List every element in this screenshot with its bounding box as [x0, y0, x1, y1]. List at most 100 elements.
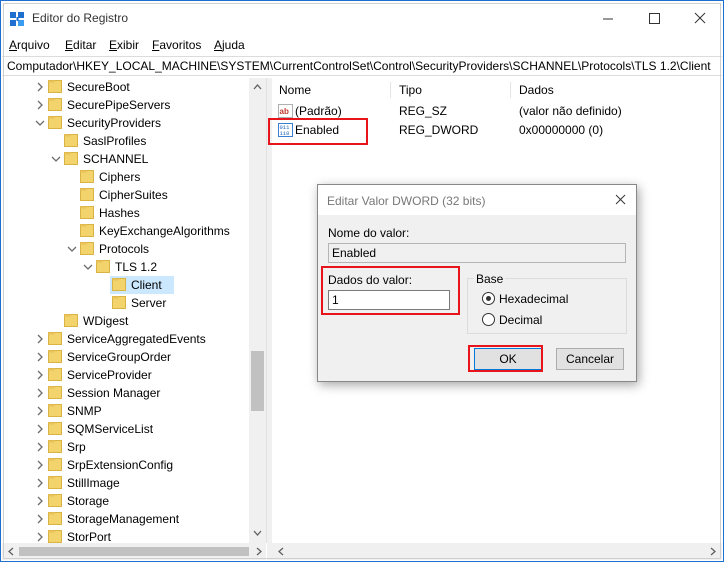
- tree-item-label: SecurePipeServers: [67, 98, 171, 112]
- chevron-down-icon[interactable]: [82, 261, 94, 273]
- key-tree[interactable]: SecureBoot SecurePipeServers SecurityProvi…: [2, 78, 267, 543]
- chevron-right-icon[interactable]: [34, 459, 46, 471]
- chevron-right-icon[interactable]: [34, 405, 46, 417]
- svg-text:ab: ab: [280, 107, 289, 116]
- tree-item[interactable]: StorPort: [2, 528, 252, 543]
- tree-item[interactable]: Client: [2, 276, 252, 294]
- tree-item[interactable]: SCHANNEL: [2, 150, 252, 168]
- folder-icon: [48, 530, 62, 543]
- tree-item[interactable]: Hashes: [2, 204, 252, 222]
- decimal-label[interactable]: Decimal: [499, 313, 542, 327]
- folder-icon: [80, 188, 94, 201]
- tree-item[interactable]: ServiceProvider: [2, 366, 252, 384]
- hexadecimal-radio[interactable]: [482, 292, 495, 305]
- tree-item[interactable]: Ciphers: [2, 168, 252, 186]
- scroll-right-icon[interactable]: [706, 543, 720, 560]
- decimal-radio[interactable]: [482, 313, 495, 326]
- scroll-down-icon[interactable]: [249, 526, 266, 540]
- tree-hscroll-thumb[interactable]: [19, 547, 249, 556]
- minimize-icon: [603, 18, 613, 20]
- menu-favoritos[interactable]: Favoritos: [152, 38, 201, 52]
- maximize-button[interactable]: [631, 1, 677, 35]
- column-separator[interactable]: [510, 82, 511, 98]
- list-horizontal-scrollbar[interactable]: [272, 543, 722, 560]
- registry-editor-icon: [10, 12, 24, 26]
- folder-icon: [48, 80, 62, 93]
- menu-arquivo[interactable]: Arquivo: [9, 38, 50, 52]
- title-bar: Editor do Registro: [1, 1, 723, 35]
- tree-item[interactable]: Srp: [2, 438, 252, 456]
- chevron-right-icon[interactable]: [34, 513, 46, 525]
- tree-item[interactable]: Server: [2, 294, 252, 312]
- tree-item-label: StorPort: [67, 530, 112, 543]
- tree-item[interactable]: WDigest: [2, 312, 252, 330]
- tree-item[interactable]: SrpExtensionConfig: [2, 456, 252, 474]
- scroll-left-icon[interactable]: [4, 543, 18, 560]
- scroll-right-icon[interactable]: [252, 543, 266, 560]
- column-header-type[interactable]: Tipo: [399, 83, 422, 97]
- value-type: REG_SZ: [399, 104, 448, 118]
- tree-item[interactable]: ServiceAggregatedEvents: [2, 330, 252, 348]
- tree-vertical-scrollbar[interactable]: [249, 78, 266, 543]
- scroll-left-icon[interactable]: [274, 543, 288, 560]
- column-separator[interactable]: [390, 82, 391, 98]
- tree-item[interactable]: CipherSuites: [2, 186, 252, 204]
- column-header-data[interactable]: Dados: [519, 83, 554, 97]
- tree-item-label: Ciphers: [99, 170, 141, 184]
- chevron-right-icon[interactable]: [34, 387, 46, 399]
- chevron-right-icon[interactable]: [34, 531, 46, 543]
- chevron-down-icon[interactable]: [34, 117, 46, 129]
- tree-item[interactable]: StorageManagement: [2, 510, 252, 528]
- minimize-button[interactable]: [585, 1, 631, 35]
- close-button[interactable]: [677, 1, 723, 35]
- chevron-right-icon[interactable]: [34, 99, 46, 111]
- folder-icon: [48, 404, 62, 417]
- chevron-right-icon[interactable]: [34, 477, 46, 489]
- tree-item[interactable]: SecureBoot: [2, 78, 252, 96]
- menu-ajuda[interactable]: Ajuda: [214, 38, 245, 52]
- tree-item[interactable]: SecurePipeServers: [2, 96, 252, 114]
- address-bar[interactable]: Computador\HKEY_LOCAL_MACHINE\SYSTEM\Cur…: [2, 56, 722, 76]
- tree-scroll-thumb[interactable]: [251, 351, 264, 411]
- column-header-name[interactable]: Nome: [279, 83, 311, 97]
- cancel-button[interactable]: Cancelar: [556, 348, 624, 370]
- chevron-right-icon[interactable]: [34, 495, 46, 507]
- menu-exibir[interactable]: Exibir: [109, 38, 139, 52]
- folder-icon: [112, 278, 126, 291]
- chevron-right-icon[interactable]: [34, 333, 46, 345]
- tree-item-label: ServiceAggregatedEvents: [67, 332, 206, 346]
- chevron-right-icon[interactable]: [34, 423, 46, 435]
- tree-item[interactable]: TLS 1.2: [2, 258, 252, 276]
- tree-item-label: Srp: [67, 440, 86, 454]
- chevron-right-icon[interactable]: [34, 369, 46, 381]
- chevron-right-icon[interactable]: [34, 351, 46, 363]
- tree-item[interactable]: StillImage: [2, 474, 252, 492]
- chevron-down-icon[interactable]: [66, 243, 78, 255]
- tree-item[interactable]: Session Manager: [2, 384, 252, 402]
- tree-item-label: StillImage: [67, 476, 120, 490]
- menu-editar[interactable]: Editar: [65, 38, 96, 52]
- dialog-close-button[interactable]: [606, 185, 636, 215]
- folder-icon: [48, 458, 62, 471]
- base-group: [467, 278, 627, 334]
- folder-icon: [80, 242, 94, 255]
- chevron-right-icon[interactable]: [34, 81, 46, 93]
- tree-item[interactable]: SaslProfiles: [2, 132, 252, 150]
- folder-icon: [96, 260, 110, 273]
- folder-icon: [112, 296, 126, 309]
- tree-item[interactable]: SecurityProviders: [2, 114, 252, 132]
- chevron-down-icon[interactable]: [50, 153, 62, 165]
- tree-item-label: Server: [131, 296, 167, 310]
- hexadecimal-label[interactable]: Hexadecimal: [499, 292, 568, 306]
- tree-item-label: StorageManagement: [67, 512, 180, 526]
- tree-item[interactable]: SNMP: [2, 402, 252, 420]
- address-path[interactable]: Computador\HKEY_LOCAL_MACHINE\SYSTEM\Cur…: [7, 59, 711, 73]
- tree-item[interactable]: ServiceGroupOrder: [2, 348, 252, 366]
- tree-item[interactable]: Storage: [2, 492, 252, 510]
- scroll-up-icon[interactable]: [249, 80, 266, 94]
- tree-item-label: SrpExtensionConfig: [67, 458, 174, 472]
- tree-item[interactable]: SQMServiceList: [2, 420, 252, 438]
- tree-item[interactable]: Protocols: [2, 240, 252, 258]
- tree-item[interactable]: KeyExchangeAlgorithms: [2, 222, 252, 240]
- chevron-right-icon[interactable]: [34, 441, 46, 453]
